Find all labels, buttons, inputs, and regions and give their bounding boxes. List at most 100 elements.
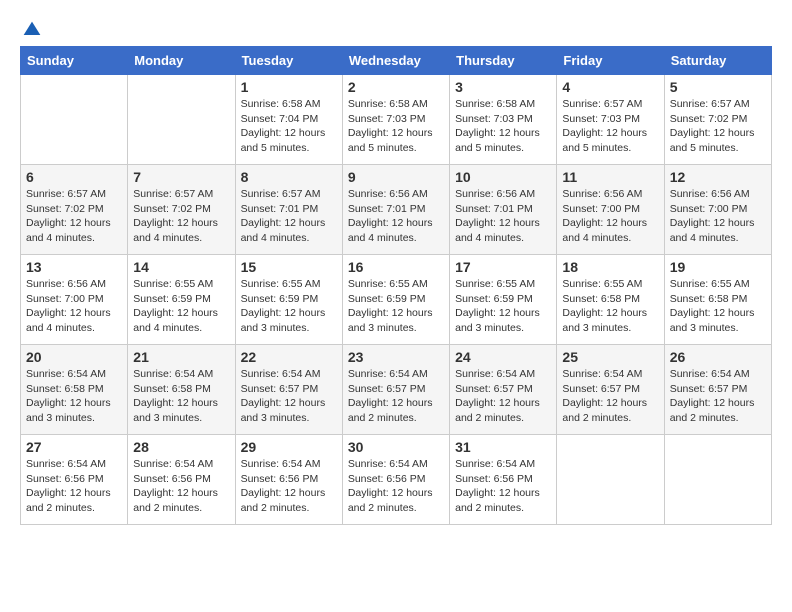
day-of-week-header: Friday	[557, 47, 664, 75]
calendar-cell	[557, 435, 664, 525]
calendar-week-row: 6 Sunrise: 6:57 AM Sunset: 7:02 PM Daylig…	[21, 165, 772, 255]
day-number: 13	[26, 259, 122, 275]
day-detail: Sunrise: 6:55 AM Sunset: 6:59 PM Dayligh…	[455, 277, 551, 336]
day-detail: Sunrise: 6:54 AM Sunset: 6:56 PM Dayligh…	[26, 457, 122, 516]
calendar-cell	[128, 75, 235, 165]
day-detail: Sunrise: 6:56 AM Sunset: 7:00 PM Dayligh…	[26, 277, 122, 336]
calendar-week-row: 27 Sunrise: 6:54 AM Sunset: 6:56 PM Dayli…	[21, 435, 772, 525]
calendar-cell: 22 Sunrise: 6:54 AM Sunset: 6:57 PM Dayli…	[235, 345, 342, 435]
calendar-cell	[664, 435, 771, 525]
calendar-cell: 19 Sunrise: 6:55 AM Sunset: 6:58 PM Dayli…	[664, 255, 771, 345]
calendar-cell: 18 Sunrise: 6:55 AM Sunset: 6:58 PM Dayli…	[557, 255, 664, 345]
day-number: 22	[241, 349, 337, 365]
calendar-cell: 3 Sunrise: 6:58 AM Sunset: 7:03 PM Daylig…	[450, 75, 557, 165]
calendar-cell: 5Sunrise: 6:57 AM Sunset: 7:02 PM Daylig…	[664, 75, 771, 165]
day-number: 18	[562, 259, 658, 275]
page-header	[20, 20, 772, 36]
calendar-cell: 17 Sunrise: 6:55 AM Sunset: 6:59 PM Dayli…	[450, 255, 557, 345]
day-detail: Sunrise: 6:54 AM Sunset: 6:56 PM Dayligh…	[348, 457, 444, 516]
day-detail: Sunrise: 6:56 AM Sunset: 7:01 PM Dayligh…	[348, 187, 444, 246]
day-detail: Sunrise: 6:56 AM Sunset: 7:01 PM Dayligh…	[455, 187, 551, 246]
calendar-cell: 16Sunrise: 6:55 AM Sunset: 6:59 PM Dayli…	[342, 255, 449, 345]
calendar-cell: 23 Sunrise: 6:54 AM Sunset: 6:57 PM Dayli…	[342, 345, 449, 435]
day-number: 11	[562, 169, 658, 185]
day-detail: Sunrise: 6:58 AM Sunset: 7:03 PM Dayligh…	[455, 97, 551, 156]
day-number: 10	[455, 169, 551, 185]
calendar-cell: 27 Sunrise: 6:54 AM Sunset: 6:56 PM Dayli…	[21, 435, 128, 525]
calendar-cell: 12 Sunrise: 6:56 AM Sunset: 7:00 PM Dayli…	[664, 165, 771, 255]
calendar-cell: 7 Sunrise: 6:57 AM Sunset: 7:02 PM Daylig…	[128, 165, 235, 255]
calendar-cell: 8Sunrise: 6:57 AM Sunset: 7:01 PM Daylig…	[235, 165, 342, 255]
calendar-cell: 13 Sunrise: 6:56 AM Sunset: 7:00 PM Dayli…	[21, 255, 128, 345]
day-number: 27	[26, 439, 122, 455]
day-number: 21	[133, 349, 229, 365]
calendar-cell: 6 Sunrise: 6:57 AM Sunset: 7:02 PM Daylig…	[21, 165, 128, 255]
day-detail: Sunrise: 6:54 AM Sunset: 6:57 PM Dayligh…	[241, 367, 337, 426]
day-detail: Sunrise: 6:56 AM Sunset: 7:00 PM Dayligh…	[670, 187, 766, 246]
calendar-cell: 24 Sunrise: 6:54 AM Sunset: 6:57 PM Dayli…	[450, 345, 557, 435]
calendar-cell: 26Sunrise: 6:54 AM Sunset: 6:57 PM Dayli…	[664, 345, 771, 435]
calendar-cell: 25 Sunrise: 6:54 AM Sunset: 6:57 PM Dayli…	[557, 345, 664, 435]
day-detail: Sunrise: 6:55 AM Sunset: 6:59 PM Dayligh…	[348, 277, 444, 336]
day-of-week-header: Saturday	[664, 47, 771, 75]
calendar-cell: 2Sunrise: 6:58 AM Sunset: 7:03 PM Daylig…	[342, 75, 449, 165]
calendar-table: SundayMondayTuesdayWednesdayThursdayFrid…	[20, 46, 772, 525]
calendar-cell: 1Sunrise: 6:58 AM Sunset: 7:04 PM Daylig…	[235, 75, 342, 165]
day-detail: Sunrise: 6:54 AM Sunset: 6:57 PM Dayligh…	[455, 367, 551, 426]
day-number: 17	[455, 259, 551, 275]
day-detail: Sunrise: 6:55 AM Sunset: 6:58 PM Dayligh…	[670, 277, 766, 336]
day-number: 2	[348, 79, 444, 95]
day-number: 15	[241, 259, 337, 275]
day-number: 28	[133, 439, 229, 455]
calendar-week-row: 13 Sunrise: 6:56 AM Sunset: 7:00 PM Dayli…	[21, 255, 772, 345]
calendar-week-row: 20 Sunrise: 6:54 AM Sunset: 6:58 PM Dayli…	[21, 345, 772, 435]
day-detail: Sunrise: 6:54 AM Sunset: 6:56 PM Dayligh…	[241, 457, 337, 516]
day-detail: Sunrise: 6:54 AM Sunset: 6:57 PM Dayligh…	[348, 367, 444, 426]
day-detail: Sunrise: 6:54 AM Sunset: 6:57 PM Dayligh…	[670, 367, 766, 426]
day-number: 29	[241, 439, 337, 455]
day-number: 24	[455, 349, 551, 365]
day-number: 12	[670, 169, 766, 185]
day-of-week-header: Sunday	[21, 47, 128, 75]
logo	[20, 20, 42, 36]
day-detail: Sunrise: 6:55 AM Sunset: 6:58 PM Dayligh…	[562, 277, 658, 336]
day-detail: Sunrise: 6:55 AM Sunset: 6:59 PM Dayligh…	[133, 277, 229, 336]
calendar-cell: 21 Sunrise: 6:54 AM Sunset: 6:58 PM Dayli…	[128, 345, 235, 435]
calendar-week-row: 1Sunrise: 6:58 AM Sunset: 7:04 PM Daylig…	[21, 75, 772, 165]
logo-icon	[22, 20, 42, 40]
day-number: 31	[455, 439, 551, 455]
day-number: 23	[348, 349, 444, 365]
day-detail: Sunrise: 6:57 AM Sunset: 7:02 PM Dayligh…	[133, 187, 229, 246]
day-of-week-header: Monday	[128, 47, 235, 75]
calendar-cell: 29 Sunrise: 6:54 AM Sunset: 6:56 PM Dayli…	[235, 435, 342, 525]
day-of-week-header: Tuesday	[235, 47, 342, 75]
day-detail: Sunrise: 6:54 AM Sunset: 6:56 PM Dayligh…	[455, 457, 551, 516]
day-detail: Sunrise: 6:57 AM Sunset: 7:02 PM Dayligh…	[670, 97, 766, 156]
day-number: 1	[241, 79, 337, 95]
day-number: 19	[670, 259, 766, 275]
day-number: 6	[26, 169, 122, 185]
day-number: 4	[562, 79, 658, 95]
day-detail: Sunrise: 6:54 AM Sunset: 6:58 PM Dayligh…	[133, 367, 229, 426]
day-of-week-header: Thursday	[450, 47, 557, 75]
day-number: 20	[26, 349, 122, 365]
calendar-cell: 9Sunrise: 6:56 AM Sunset: 7:01 PM Daylig…	[342, 165, 449, 255]
day-number: 25	[562, 349, 658, 365]
calendar-cell: 14Sunrise: 6:55 AM Sunset: 6:59 PM Dayli…	[128, 255, 235, 345]
day-detail: Sunrise: 6:57 AM Sunset: 7:01 PM Dayligh…	[241, 187, 337, 246]
calendar-cell: 11Sunrise: 6:56 AM Sunset: 7:00 PM Dayli…	[557, 165, 664, 255]
day-detail: Sunrise: 6:57 AM Sunset: 7:03 PM Dayligh…	[562, 97, 658, 156]
calendar-cell	[21, 75, 128, 165]
calendar-cell: 28 Sunrise: 6:54 AM Sunset: 6:56 PM Dayli…	[128, 435, 235, 525]
day-number: 7	[133, 169, 229, 185]
day-detail: Sunrise: 6:57 AM Sunset: 7:02 PM Dayligh…	[26, 187, 122, 246]
day-detail: Sunrise: 6:55 AM Sunset: 6:59 PM Dayligh…	[241, 277, 337, 336]
day-detail: Sunrise: 6:54 AM Sunset: 6:56 PM Dayligh…	[133, 457, 229, 516]
calendar-cell: 30 Sunrise: 6:54 AM Sunset: 6:56 PM Dayli…	[342, 435, 449, 525]
day-number: 3	[455, 79, 551, 95]
calendar-header-row: SundayMondayTuesdayWednesdayThursdayFrid…	[21, 47, 772, 75]
day-number: 30	[348, 439, 444, 455]
day-detail: Sunrise: 6:54 AM Sunset: 6:57 PM Dayligh…	[562, 367, 658, 426]
calendar-cell: 10 Sunrise: 6:56 AM Sunset: 7:01 PM Dayli…	[450, 165, 557, 255]
calendar-cell: 4 Sunrise: 6:57 AM Sunset: 7:03 PM Daylig…	[557, 75, 664, 165]
